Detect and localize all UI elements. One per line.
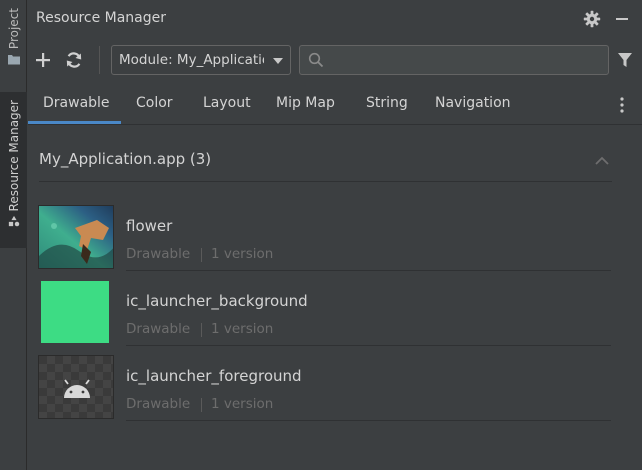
- resource-name: ic_launcher_foreground: [126, 367, 302, 385]
- tab-mip-map[interactable]: Mip Map: [276, 95, 335, 111]
- resource-manager-tool-button[interactable]: Resource Manager: [0, 92, 27, 248]
- resource-version-count: 1 version: [211, 321, 274, 337]
- toolbar-divider: [99, 46, 100, 74]
- resource-name: ic_launcher_background: [126, 292, 308, 310]
- launcher-background-thumbnail: [38, 280, 114, 344]
- launcher-green-swatch: [41, 281, 109, 343]
- metadata-divider: [201, 248, 202, 262]
- panel-header: Resource Manager: [28, 0, 642, 38]
- minimize-icon[interactable]: [616, 18, 628, 20]
- chevron-down-icon: [273, 58, 283, 64]
- resource-type: Drawable: [126, 321, 191, 337]
- group-header-title: My_Application.app (3): [39, 150, 212, 168]
- group-divider: [39, 181, 612, 182]
- module-dropdown-label: Module: My_Application: [119, 52, 264, 68]
- resource-shapes-icon: [8, 216, 19, 227]
- launcher-foreground-thumbnail: [38, 355, 114, 419]
- resource-type: Drawable: [126, 246, 191, 262]
- tab-string[interactable]: String: [366, 95, 408, 111]
- resource-item[interactable]: flower Drawable 1 version: [38, 205, 613, 277]
- search-input[interactable]: [330, 50, 600, 70]
- module-dropdown[interactable]: Module: My_Application: [111, 45, 291, 75]
- tool-window-strip: Project Resource Manager: [0, 0, 27, 470]
- tab-navigation[interactable]: Navigation: [435, 95, 511, 111]
- search-box[interactable]: [299, 45, 609, 75]
- android-robot-icon: [64, 379, 90, 398]
- resource-type-tabs: Drawable Color Layout Mip Map String Nav…: [28, 83, 642, 125]
- panel-title: Resource Manager: [36, 10, 167, 26]
- chevron-up-icon[interactable]: [594, 156, 610, 166]
- resource-manager-tool-label: Resource Manager: [6, 100, 21, 212]
- resource-version-count: 1 version: [211, 246, 274, 262]
- search-icon: [308, 52, 324, 68]
- resource-name: flower: [126, 217, 173, 235]
- item-divider: [126, 345, 611, 346]
- selected-tab-indicator: [28, 121, 121, 124]
- resource-item[interactable]: ic_launcher_background Drawable 1 versio…: [38, 280, 613, 352]
- project-tool-button[interactable]: Project: [0, 0, 27, 80]
- project-tool-label: Project: [6, 8, 21, 50]
- tab-drawable[interactable]: Drawable: [43, 95, 110, 111]
- more-options-icon[interactable]: [620, 96, 624, 114]
- tab-color[interactable]: Color: [136, 95, 173, 111]
- folder-icon: [7, 55, 20, 65]
- metadata-divider: [201, 398, 202, 412]
- gear-icon[interactable]: [583, 10, 601, 28]
- resource-version-count: 1 version: [211, 396, 274, 412]
- metadata-divider: [201, 323, 202, 337]
- flower-thumbnail: [38, 205, 114, 269]
- resource-toolbar: Module: My_Application: [28, 38, 642, 83]
- resource-type: Drawable: [126, 396, 191, 412]
- item-divider: [126, 420, 611, 421]
- item-divider: [126, 270, 611, 271]
- refresh-icon[interactable]: [64, 50, 84, 70]
- resource-item[interactable]: ic_launcher_foreground Drawable 1 versio…: [38, 355, 613, 427]
- filter-icon[interactable]: [617, 52, 633, 68]
- tab-layout[interactable]: Layout: [203, 95, 251, 111]
- resource-manager-panel: Resource Manager Module: My_Application …: [28, 0, 642, 470]
- plus-icon[interactable]: [34, 51, 52, 69]
